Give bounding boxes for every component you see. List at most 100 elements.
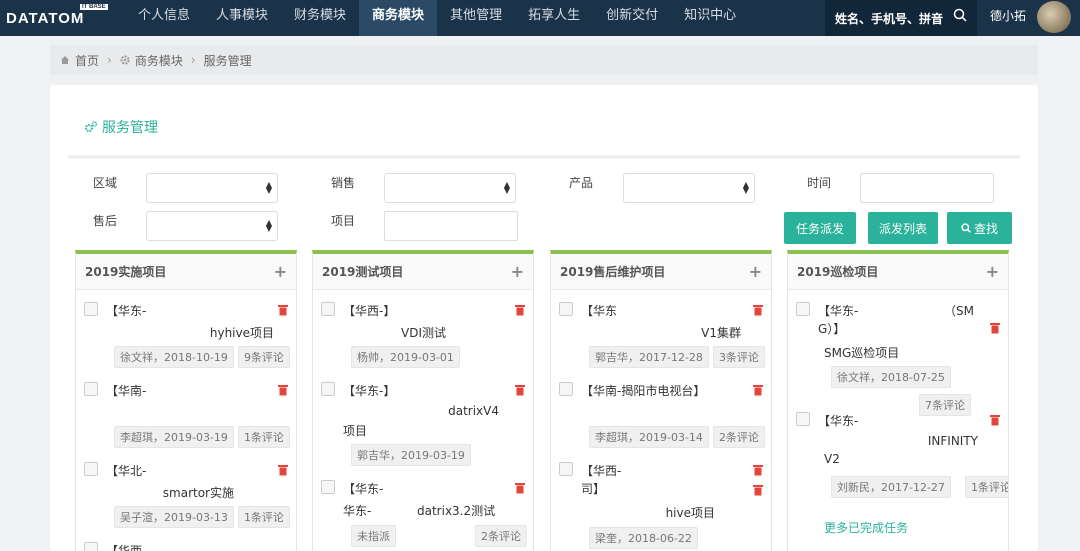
user-name[interactable]: 德小拓: [990, 0, 1026, 36]
gear-icon: [120, 55, 130, 65]
nav-item-personal[interactable]: 个人信息: [125, 0, 203, 36]
page-title: 服务管理: [84, 117, 158, 137]
breadcrumb-home[interactable]: 首页: [75, 52, 99, 69]
main-menu: 个人信息 人事模块 财务模块 商务模块 其他管理 拓享人生 创新交付 知识中心: [125, 0, 749, 36]
task-checkbox[interactable]: [321, 480, 335, 494]
column-header: 2019实施项目 +: [76, 254, 296, 290]
trash-icon[interactable]: [278, 304, 288, 316]
nav-item-finance[interactable]: 财务模块: [281, 0, 359, 36]
task-owner-date: 郭吉华，2019-03-19: [351, 444, 471, 466]
search-button[interactable]: 查找: [947, 212, 1012, 244]
column-inspection: 2019巡检项目 + 【华东- （SM G）】 SMG巡检项目 徐文祥，2018-…: [787, 250, 1009, 551]
task-title: 【华北-: [106, 464, 147, 478]
task-comments[interactable]: 2条评论: [475, 525, 527, 547]
search-icon: [961, 223, 971, 233]
task-title: 【华西-: [106, 544, 147, 551]
trash-icon[interactable]: [753, 464, 763, 476]
task-comments[interactable]: 1条评论: [237, 506, 290, 528]
task-checkbox[interactable]: [559, 382, 573, 396]
task-comments[interactable]: 2条评论: [712, 426, 765, 448]
trash-icon[interactable]: [278, 384, 288, 396]
add-icon[interactable]: +: [511, 262, 524, 281]
task-subtitle-cont: V2: [824, 452, 840, 466]
task-subtitle: hyhive项目: [209, 326, 274, 340]
region-select[interactable]: ▲ ▼: [146, 173, 278, 203]
avatar[interactable]: [1037, 1, 1071, 33]
breadcrumb-separator: ›: [190, 53, 196, 67]
add-icon[interactable]: +: [749, 262, 762, 281]
trash-icon[interactable]: [515, 304, 525, 316]
filter-product-label: 产品: [569, 176, 594, 190]
task-subtitle: INFINITY: [927, 434, 978, 448]
divider: [68, 155, 1020, 158]
task-meta: 刘新民，2017-12-27 1条评论: [831, 476, 1008, 498]
aftersales-select[interactable]: ▲ ▼: [146, 211, 278, 241]
task-checkbox[interactable]: [321, 302, 335, 316]
nav-item-knowledge[interactable]: 知识中心: [671, 0, 749, 36]
select-arrow-icon: ▲ ▼: [265, 180, 272, 195]
trash-icon[interactable]: [753, 304, 763, 316]
add-icon[interactable]: +: [986, 262, 999, 281]
task-checkbox[interactable]: [321, 382, 335, 396]
task-subtitle-prefix: 华东-: [343, 504, 372, 518]
search-input[interactable]: 姓名、手机号、拼音: [825, 0, 977, 36]
task-meta: 郭吉华，2019-03-19: [351, 444, 471, 466]
select-arrow-icon: ▲ ▼: [742, 180, 749, 195]
product-select[interactable]: ▲ ▼: [623, 173, 755, 203]
task-checkbox[interactable]: [84, 462, 98, 476]
sales-select[interactable]: ▲ ▼: [384, 173, 516, 203]
task-checkbox[interactable]: [796, 302, 810, 316]
column-header: 2019测试项目 +: [313, 254, 533, 290]
task-meta: 李超琪，2019-03-14 2条评论: [589, 426, 765, 448]
task-owner-date: 徐文祥，2018-07-25: [831, 366, 951, 388]
task-subtitle-cont: 项目: [343, 424, 368, 438]
add-icon[interactable]: +: [274, 262, 287, 281]
column-implementation: 2019实施项目 + 【华东- hyhive项目 徐文祥，2018-10-19 9条…: [75, 250, 297, 551]
column-testing: 2019测试项目 + 【华西-】 VDI测试 杨帅，2019-03-01 【华东-…: [312, 250, 534, 551]
trash-icon[interactable]: [990, 322, 1000, 334]
nav-item-life[interactable]: 拓享人生: [515, 0, 593, 36]
select-arrow-icon: ▲ ▼: [265, 218, 272, 233]
nav-item-business[interactable]: 商务模块: [359, 0, 438, 36]
task-checkbox[interactable]: [559, 462, 573, 476]
project-input[interactable]: [384, 211, 518, 241]
trash-icon[interactable]: [753, 384, 763, 396]
task-checkbox[interactable]: [796, 412, 810, 426]
column-maintenance: 2019售后维护项目 + 【华东 V1集群 郭吉华，2017-12-28 3条评论 …: [550, 250, 772, 551]
task-checkbox[interactable]: [84, 542, 98, 551]
assign-list-button[interactable]: 派发列表: [868, 212, 938, 244]
filter-region-label: 区域: [93, 176, 118, 190]
trash-icon[interactable]: [990, 414, 1000, 426]
logo-badge: IT BASE: [80, 4, 108, 10]
task-comments[interactable]: 1条评论: [237, 426, 290, 448]
column-header: 2019售后维护项目 +: [551, 254, 771, 290]
trash-icon[interactable]: [515, 384, 525, 396]
column-header: 2019巡检项目 +: [788, 254, 1008, 290]
task-comments[interactable]: 9条评论: [237, 346, 290, 368]
logo-text: DATATOM: [6, 9, 85, 27]
task-title: 【华东-: [818, 304, 859, 318]
time-input[interactable]: [860, 173, 994, 203]
task-owner-date: 郭吉华，2017-12-28: [589, 346, 709, 368]
task-checkbox[interactable]: [559, 302, 573, 316]
task-comments[interactable]: 3条评论: [712, 346, 765, 368]
brand-logo[interactable]: DATATOM IT BASE: [0, 0, 125, 36]
trash-icon[interactable]: [515, 482, 525, 494]
task-title-cont: G）】: [818, 322, 846, 336]
nav-item-other[interactable]: 其他管理: [437, 0, 515, 36]
trash-icon[interactable]: [753, 484, 763, 496]
task-title: 【华东-: [818, 414, 859, 428]
breadcrumb: 首页 › 商务模块 › 服务管理: [50, 45, 1038, 75]
search-icon[interactable]: [953, 8, 967, 22]
nav-item-innovation[interactable]: 创新交付: [593, 0, 671, 36]
assign-task-button[interactable]: 任务派发: [784, 212, 856, 244]
more-completed-link[interactable]: 更多已完成任务: [824, 519, 908, 536]
task-comments[interactable]: 1条评论: [964, 476, 1008, 498]
task-checkbox[interactable]: [84, 382, 98, 396]
nav-item-hr[interactable]: 人事模块: [203, 0, 281, 36]
trash-icon[interactable]: [278, 464, 288, 476]
task-owner-date: 刘新民，2017-12-27: [831, 476, 951, 498]
breadcrumb-module[interactable]: 商务模块: [135, 52, 183, 69]
gears-icon: [85, 121, 98, 132]
task-checkbox[interactable]: [84, 302, 98, 316]
